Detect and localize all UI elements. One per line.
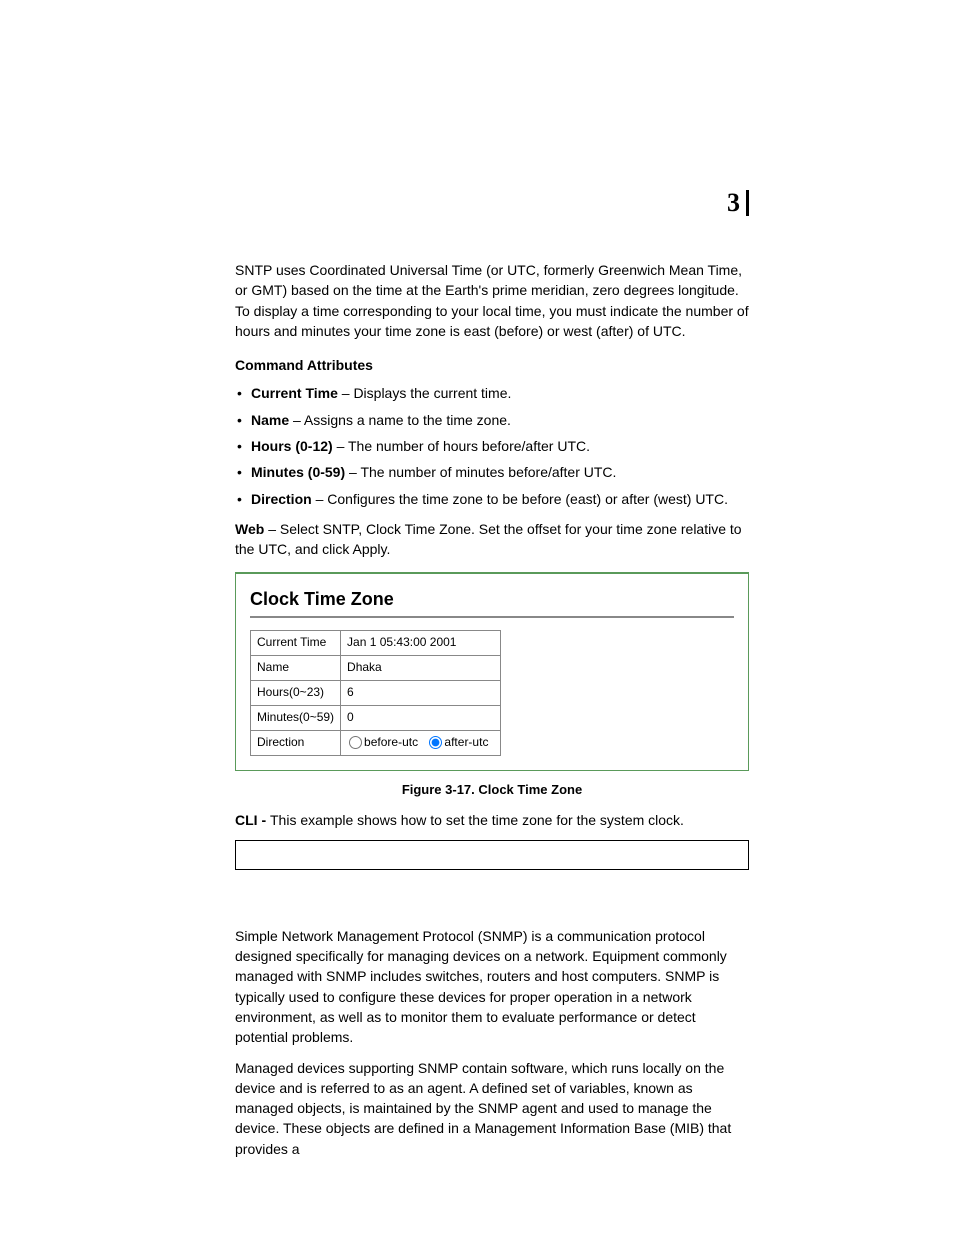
hours-label: Hours(0~23) bbox=[251, 680, 341, 705]
intro-paragraph: SNTP uses Coordinated Universal Time (or… bbox=[235, 260, 749, 341]
page: 3 SNTP uses Coordinated Universal Time (… bbox=[0, 0, 954, 1235]
direction-label: Direction bbox=[251, 730, 341, 755]
cli-box bbox=[235, 840, 749, 870]
table-row: Hours(0~23) bbox=[251, 680, 501, 705]
attr-desc: – Displays the current time. bbox=[338, 385, 512, 401]
direction-after-radio[interactable] bbox=[429, 736, 442, 749]
body-text: SNTP uses Coordinated Universal Time (or… bbox=[235, 260, 749, 1159]
minutes-label: Minutes(0~59) bbox=[251, 705, 341, 730]
chapter-number: 3 bbox=[727, 190, 749, 216]
table-row: Minutes(0~59) bbox=[251, 705, 501, 730]
name-label: Name bbox=[251, 655, 341, 680]
direction-before-radio[interactable] bbox=[349, 736, 362, 749]
attr-name: Name bbox=[251, 412, 289, 428]
table-row: Direction before-utc after-utc bbox=[251, 730, 501, 755]
command-attributes-heading: Command Attributes bbox=[235, 355, 749, 375]
attr-desc: – Assigns a name to the time zone. bbox=[289, 412, 511, 428]
minutes-input[interactable] bbox=[347, 710, 442, 724]
direction-after-label: after-utc bbox=[444, 735, 488, 749]
attr-item: Hours (0-12) – The number of hours befor… bbox=[235, 436, 749, 456]
attr-desc: – The number of minutes before/after UTC… bbox=[345, 464, 616, 480]
attr-name: Minutes (0-59) bbox=[251, 464, 345, 480]
direction-cell: before-utc after-utc bbox=[341, 730, 501, 755]
web-paragraph: Web – Select SNTP, Clock Time Zone. Set … bbox=[235, 519, 749, 560]
direction-before-option[interactable]: before-utc bbox=[347, 735, 418, 749]
current-time-label: Current Time bbox=[251, 630, 341, 655]
snmp-paragraph-2: Managed devices supporting SNMP contain … bbox=[235, 1058, 749, 1159]
attr-item: Direction – Configures the time zone to … bbox=[235, 489, 749, 509]
web-text: – Select SNTP, Clock Time Zone. Set the … bbox=[235, 521, 742, 557]
name-input[interactable] bbox=[347, 660, 442, 674]
attr-name: Current Time bbox=[251, 385, 338, 401]
attr-name: Hours (0-12) bbox=[251, 438, 333, 454]
direction-before-label: before-utc bbox=[364, 735, 418, 749]
attr-item: Name – Assigns a name to the time zone. bbox=[235, 410, 749, 430]
figure-panel-title: Clock Time Zone bbox=[250, 586, 734, 612]
table-row: Current Time Jan 1 05:43:00 2001 bbox=[251, 630, 501, 655]
snmp-paragraph-1: Simple Network Management Protocol (SNMP… bbox=[235, 926, 749, 1048]
current-time-value: Jan 1 05:43:00 2001 bbox=[341, 630, 501, 655]
figure-panel: Clock Time Zone Current Time Jan 1 05:43… bbox=[235, 572, 749, 771]
clock-form-table: Current Time Jan 1 05:43:00 2001 Name Ho… bbox=[250, 630, 501, 756]
attr-item: Current Time – Displays the current time… bbox=[235, 383, 749, 403]
table-row: Name bbox=[251, 655, 501, 680]
attribute-list: Current Time – Displays the current time… bbox=[235, 383, 749, 508]
direction-after-option[interactable]: after-utc bbox=[427, 735, 488, 749]
attr-desc: – Configures the time zone to be before … bbox=[312, 491, 728, 507]
figure-divider bbox=[250, 616, 734, 618]
attr-desc: – The number of hours before/after UTC. bbox=[333, 438, 590, 454]
figure-caption: Figure 3-17. Clock Time Zone bbox=[235, 781, 749, 800]
web-label: Web bbox=[235, 521, 264, 537]
cli-text: This example shows how to set the time z… bbox=[270, 812, 684, 828]
attr-name: Direction bbox=[251, 491, 312, 507]
cli-label: CLI - bbox=[235, 812, 270, 828]
attr-item: Minutes (0-59) – The number of minutes b… bbox=[235, 462, 749, 482]
hours-input[interactable] bbox=[347, 685, 442, 699]
cli-paragraph: CLI - This example shows how to set the … bbox=[235, 810, 749, 830]
